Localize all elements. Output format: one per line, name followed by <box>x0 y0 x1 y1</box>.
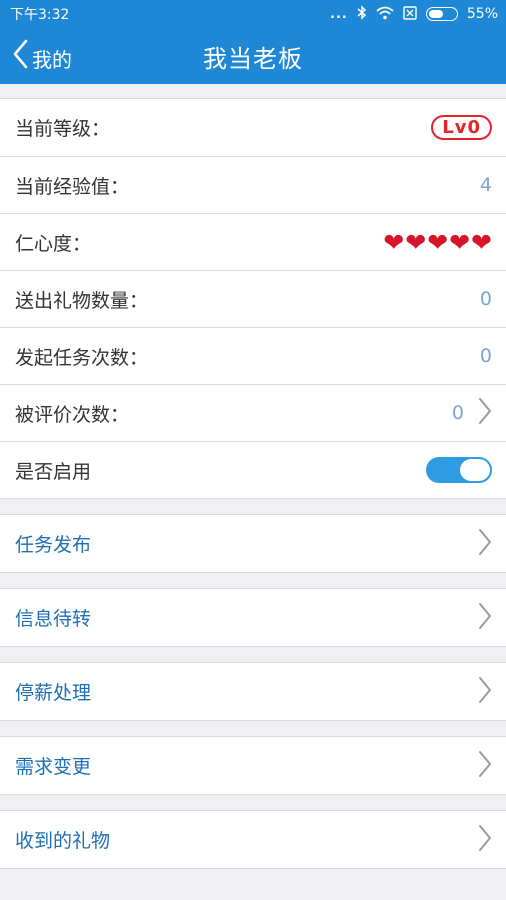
menu-item-label: 任务发布 <box>15 534 92 556</box>
bluetooth-icon <box>357 5 367 23</box>
enabled-label: 是否启用 <box>15 460 92 483</box>
chevron-right-icon <box>478 397 492 429</box>
rated-value: 0 <box>451 402 464 424</box>
more-dots-icon: ... <box>330 6 348 22</box>
wifi-icon <box>376 6 394 23</box>
tasks-started-label: 发起任务次数： <box>15 346 149 369</box>
menu-item[interactable]: 停薪处理 <box>0 663 506 720</box>
status-icons: ... 55% <box>330 5 498 23</box>
kindness-row: 仁心度： ❤ ❤ ❤ ❤ ❤ <box>0 213 506 270</box>
heart-icon: ❤ <box>383 227 405 257</box>
enabled-toggle[interactable] <box>426 457 492 483</box>
toggle-knob <box>460 459 490 481</box>
status-bar: 下午3:32 ... 55% <box>0 0 506 28</box>
menu-group: 收到的礼物 <box>0 810 506 869</box>
page-title: 我当老板 <box>203 44 303 73</box>
menu-item[interactable]: 信息待转 <box>0 589 506 646</box>
enabled-row: 是否启用 <box>0 441 506 498</box>
chevron-left-icon <box>12 39 28 73</box>
rated-label: 被评价次数： <box>15 403 130 426</box>
chevron-right-icon <box>478 676 492 708</box>
heart-icon: ❤ <box>405 227 427 257</box>
menu-group: 停薪处理 <box>0 662 506 721</box>
menu-item-label: 需求变更 <box>15 756 92 778</box>
menu-group: 信息待转 <box>0 588 506 647</box>
back-label: 我的 <box>32 47 72 72</box>
kindness-hearts: ❤ ❤ ❤ ❤ ❤ <box>383 230 492 255</box>
chevron-right-icon <box>478 824 492 856</box>
heart-icon: ❤ <box>471 227 492 257</box>
level-row: 当前等级： Lv0 <box>0 99 506 156</box>
profile-group: 当前等级： Lv0 当前经验值： 4 仁心度： ❤ ❤ ❤ ❤ ❤ 送出礼物数量： 0 … <box>0 98 506 499</box>
menu-item[interactable]: 需求变更 <box>0 737 506 794</box>
gifts-sent-value: 0 <box>479 288 492 310</box>
chevron-right-icon <box>478 528 492 560</box>
heart-icon: ❤ <box>449 227 471 257</box>
chevron-right-icon <box>478 750 492 782</box>
kindness-label: 仁心度： <box>15 232 92 255</box>
menu-item-label: 信息待转 <box>15 608 92 630</box>
gifts-sent-label: 送出礼物数量： <box>15 289 149 312</box>
nav-bar: 我的 我当老板 <box>0 28 506 84</box>
exp-row: 当前经验值： 4 <box>0 156 506 213</box>
no-sim-icon <box>403 5 417 23</box>
menu-item[interactable]: 任务发布 <box>0 515 506 572</box>
menu-item-label: 停薪处理 <box>15 682 92 704</box>
gifts-sent-row: 送出礼物数量： 0 <box>0 270 506 327</box>
menu-item-label: 收到的礼物 <box>15 830 111 852</box>
tasks-started-row: 发起任务次数： 0 <box>0 327 506 384</box>
menu-group: 需求变更 <box>0 736 506 795</box>
exp-label: 当前经验值： <box>15 175 130 198</box>
menu-group: 任务发布 <box>0 514 506 573</box>
heart-icon: ❤ <box>427 227 449 257</box>
menu-item[interactable]: 收到的礼物 <box>0 811 506 868</box>
level-label: 当前等级： <box>15 118 111 140</box>
back-button[interactable]: 我的 <box>12 28 72 84</box>
rated-row[interactable]: 被评价次数： 0 <box>0 384 506 441</box>
exp-value: 4 <box>479 174 492 196</box>
battery-percent: 55% <box>466 6 498 22</box>
chevron-right-icon <box>478 602 492 634</box>
tasks-started-value: 0 <box>479 345 492 367</box>
status-time: 下午3:32 <box>10 7 70 23</box>
level-badge: Lv0 <box>431 115 492 140</box>
battery-icon <box>425 7 458 21</box>
